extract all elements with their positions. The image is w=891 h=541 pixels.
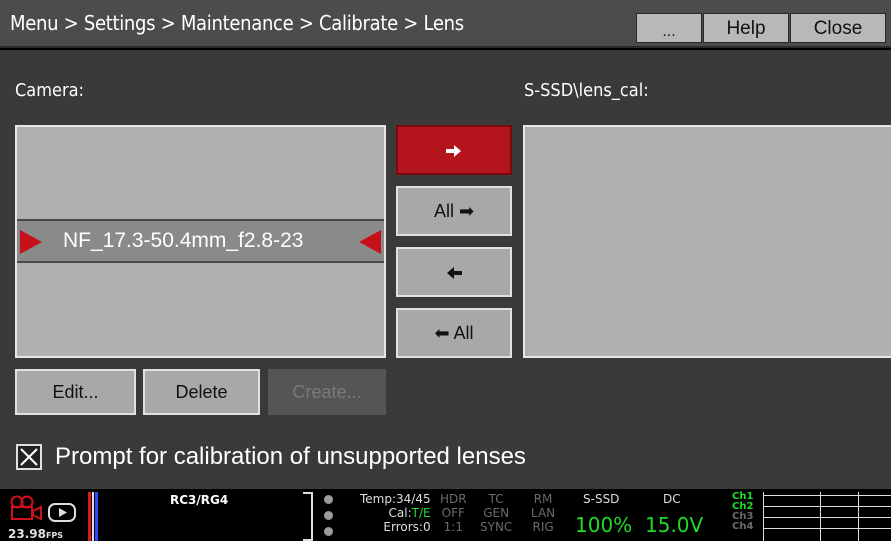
audio-channels: Ch1 Ch2 Ch3 Ch4: [732, 491, 754, 532]
more-button[interactable]: ...: [636, 13, 702, 43]
audio-level-mid: [92, 492, 94, 541]
audio-meter-line: [763, 528, 891, 529]
media-lens-list[interactable]: [523, 125, 891, 358]
title-bar: Menu > Settings > Maintenance > Calibrat…: [0, 0, 891, 48]
hdr-status: HDR OFF 1:1: [440, 492, 467, 534]
lens-calibration-panel: Camera: S-SSD\lens_cal: NF_17.3-50.4mm_f…: [0, 50, 891, 489]
status-bar: 23.98FPS RC3/RG4 Temp:34/45 Cal:T/E Erro…: [0, 489, 891, 541]
media-remaining: 100%: [575, 513, 633, 537]
copy-all-to-media-button[interactable]: All ➡: [396, 186, 512, 236]
arrow-left-icon: [447, 267, 462, 280]
copy-all-to-camera-button[interactable]: ⬅ All: [396, 308, 512, 358]
playback-icon: [48, 503, 76, 522]
delete-button[interactable]: Delete: [143, 369, 260, 415]
prompt-calibration-label: Prompt for calibration of unsupported le…: [55, 443, 526, 470]
audio-meter-line: [763, 506, 891, 507]
breadcrumb: Menu > Settings > Maintenance > Calibrat…: [10, 11, 464, 35]
audio-meter-line: [763, 517, 891, 518]
copy-to-camera-button[interactable]: [396, 247, 512, 297]
selection-marker-left-icon: [20, 230, 42, 254]
media-list-label: S-SSD\lens_cal:: [524, 80, 649, 101]
remote-status: RM LAN RIG: [531, 492, 556, 534]
codec-readout: RC3/RG4: [170, 493, 229, 507]
camera-lens-list[interactable]: NF_17.3-50.4mm_f2.8-23: [15, 125, 386, 358]
divider: [303, 492, 313, 541]
status-dot: [324, 527, 333, 536]
list-item-selected[interactable]: NF_17.3-50.4mm_f2.8-23: [17, 219, 384, 263]
audio-meter-tick: [820, 492, 821, 541]
audio-level-left: [88, 492, 91, 541]
status-dot: [324, 495, 333, 504]
audio-level-right: [95, 492, 98, 541]
audio-meter-tick: [763, 492, 764, 541]
edit-button[interactable]: Edit...: [15, 369, 136, 415]
media-label: S-SSD: [583, 492, 620, 506]
prompt-calibration-checkbox[interactable]: [16, 444, 42, 470]
help-button[interactable]: Help: [703, 13, 789, 43]
arrow-right-icon: [446, 145, 461, 158]
selection-marker-right-icon: [359, 230, 381, 254]
fps-readout: 23.98FPS: [8, 527, 64, 541]
close-button[interactable]: Close: [790, 13, 886, 43]
copy-to-media-button[interactable]: [396, 125, 512, 175]
camera-list-label: Camera:: [15, 80, 85, 101]
power-voltage: 15.0V: [645, 513, 704, 537]
list-item-label: NF_17.3-50.4mm_f2.8-23: [63, 229, 304, 252]
audio-meter-tick: [858, 492, 859, 541]
status-dot: [324, 511, 333, 520]
create-button[interactable]: Create...: [268, 369, 386, 415]
audio-meter-line: [763, 495, 891, 496]
camera-record-icon: [10, 495, 42, 521]
timecode-status: TC GEN SYNC: [480, 492, 513, 534]
check-x-icon: [20, 448, 38, 466]
power-label: DC: [663, 492, 681, 506]
temp-readout: Temp:34/45 Cal:T/E Errors:0: [360, 492, 431, 534]
